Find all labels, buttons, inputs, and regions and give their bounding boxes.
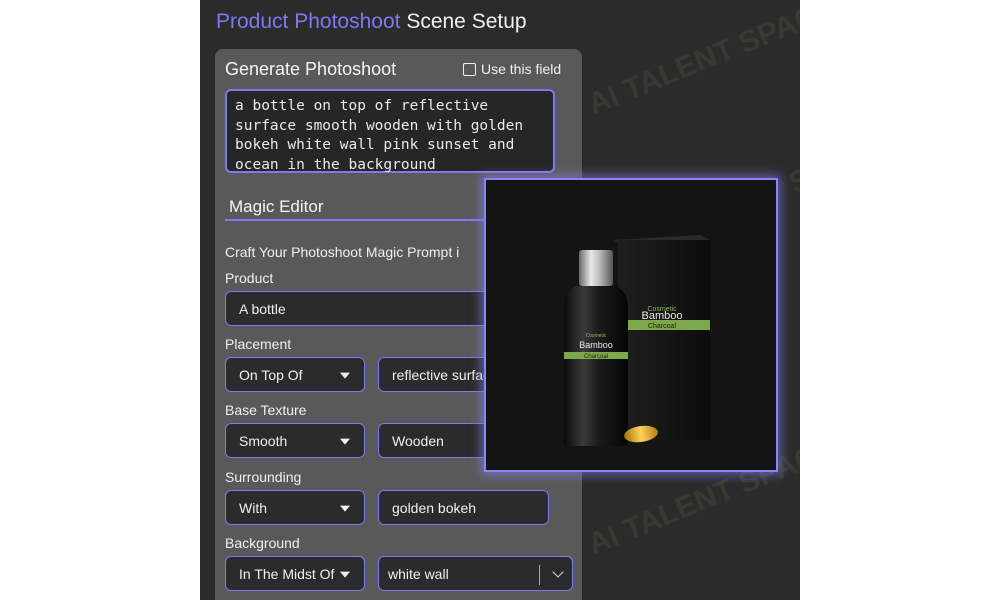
base-texture-label: Base Texture [225,402,307,418]
generate-photoshoot-title: Generate Photoshoot [225,59,397,79]
surrounding-input[interactable]: golden bokeh [378,490,549,525]
background-combobox-value: white wall [388,565,449,582]
bottle-maker-text: Cosmetic [586,333,607,339]
product-box: Cosmetic Bamboo Charcoal [614,235,710,440]
caret-down-icon [340,505,350,512]
prompt-textarea[interactable]: a bottle on top of reflective surface sm… [225,89,555,173]
background-select-value: In The Midst Of [239,565,335,582]
surrounding-select[interactable]: With [225,490,365,525]
placement-select-value: On Top Of [239,366,303,383]
page-title-accent: Product Photoshoot [216,10,401,33]
product-illustration: Cosmetic Bamboo Charcoal Cosmetic Bamboo… [564,235,710,446]
watermark-text: AI TALENT SPACE [583,0,800,122]
surrounding-select-value: With [239,499,267,516]
use-this-field-label: Use this field [481,61,562,77]
background-label: Background [225,535,300,551]
base-texture-select-value: Smooth [239,432,288,449]
use-this-field-checkbox[interactable] [463,62,476,76]
combobox-separator [539,565,540,585]
magic-editor-title: Magic Editor [229,197,324,216]
magic-editor-divider [225,219,485,221]
surrounding-label: Surrounding [225,469,302,485]
product-preview-image: Cosmetic Bamboo Charcoal Cosmetic Bamboo… [484,178,778,472]
page-title-rest: Scene Setup [406,10,527,33]
placement-label: Placement [225,336,292,352]
placement-select[interactable]: On Top Of [225,357,365,392]
caret-down-icon [340,438,350,445]
box-sub-text: Charcoal [648,323,676,330]
base-texture-select[interactable]: Smooth [225,423,365,458]
chevron-down-icon[interactable] [552,566,564,578]
box-brand-text: Bamboo [642,310,683,322]
background-combobox[interactable]: white wall [378,556,573,591]
bottle-sub-text: Charcoal [584,354,608,360]
background-select[interactable]: In The Midst Of [225,556,365,591]
use-this-field-toggle[interactable]: Use this field [463,61,561,77]
magic-editor-helper: Craft Your Photoshoot Magic Prompt i [225,244,460,260]
product-label: Product [225,270,274,286]
page-title: Product Photoshoot Scene Setup [216,10,527,34]
caret-down-icon [340,372,350,379]
bottle-brand-text: Bamboo [579,340,613,350]
caret-down-icon [340,571,350,578]
